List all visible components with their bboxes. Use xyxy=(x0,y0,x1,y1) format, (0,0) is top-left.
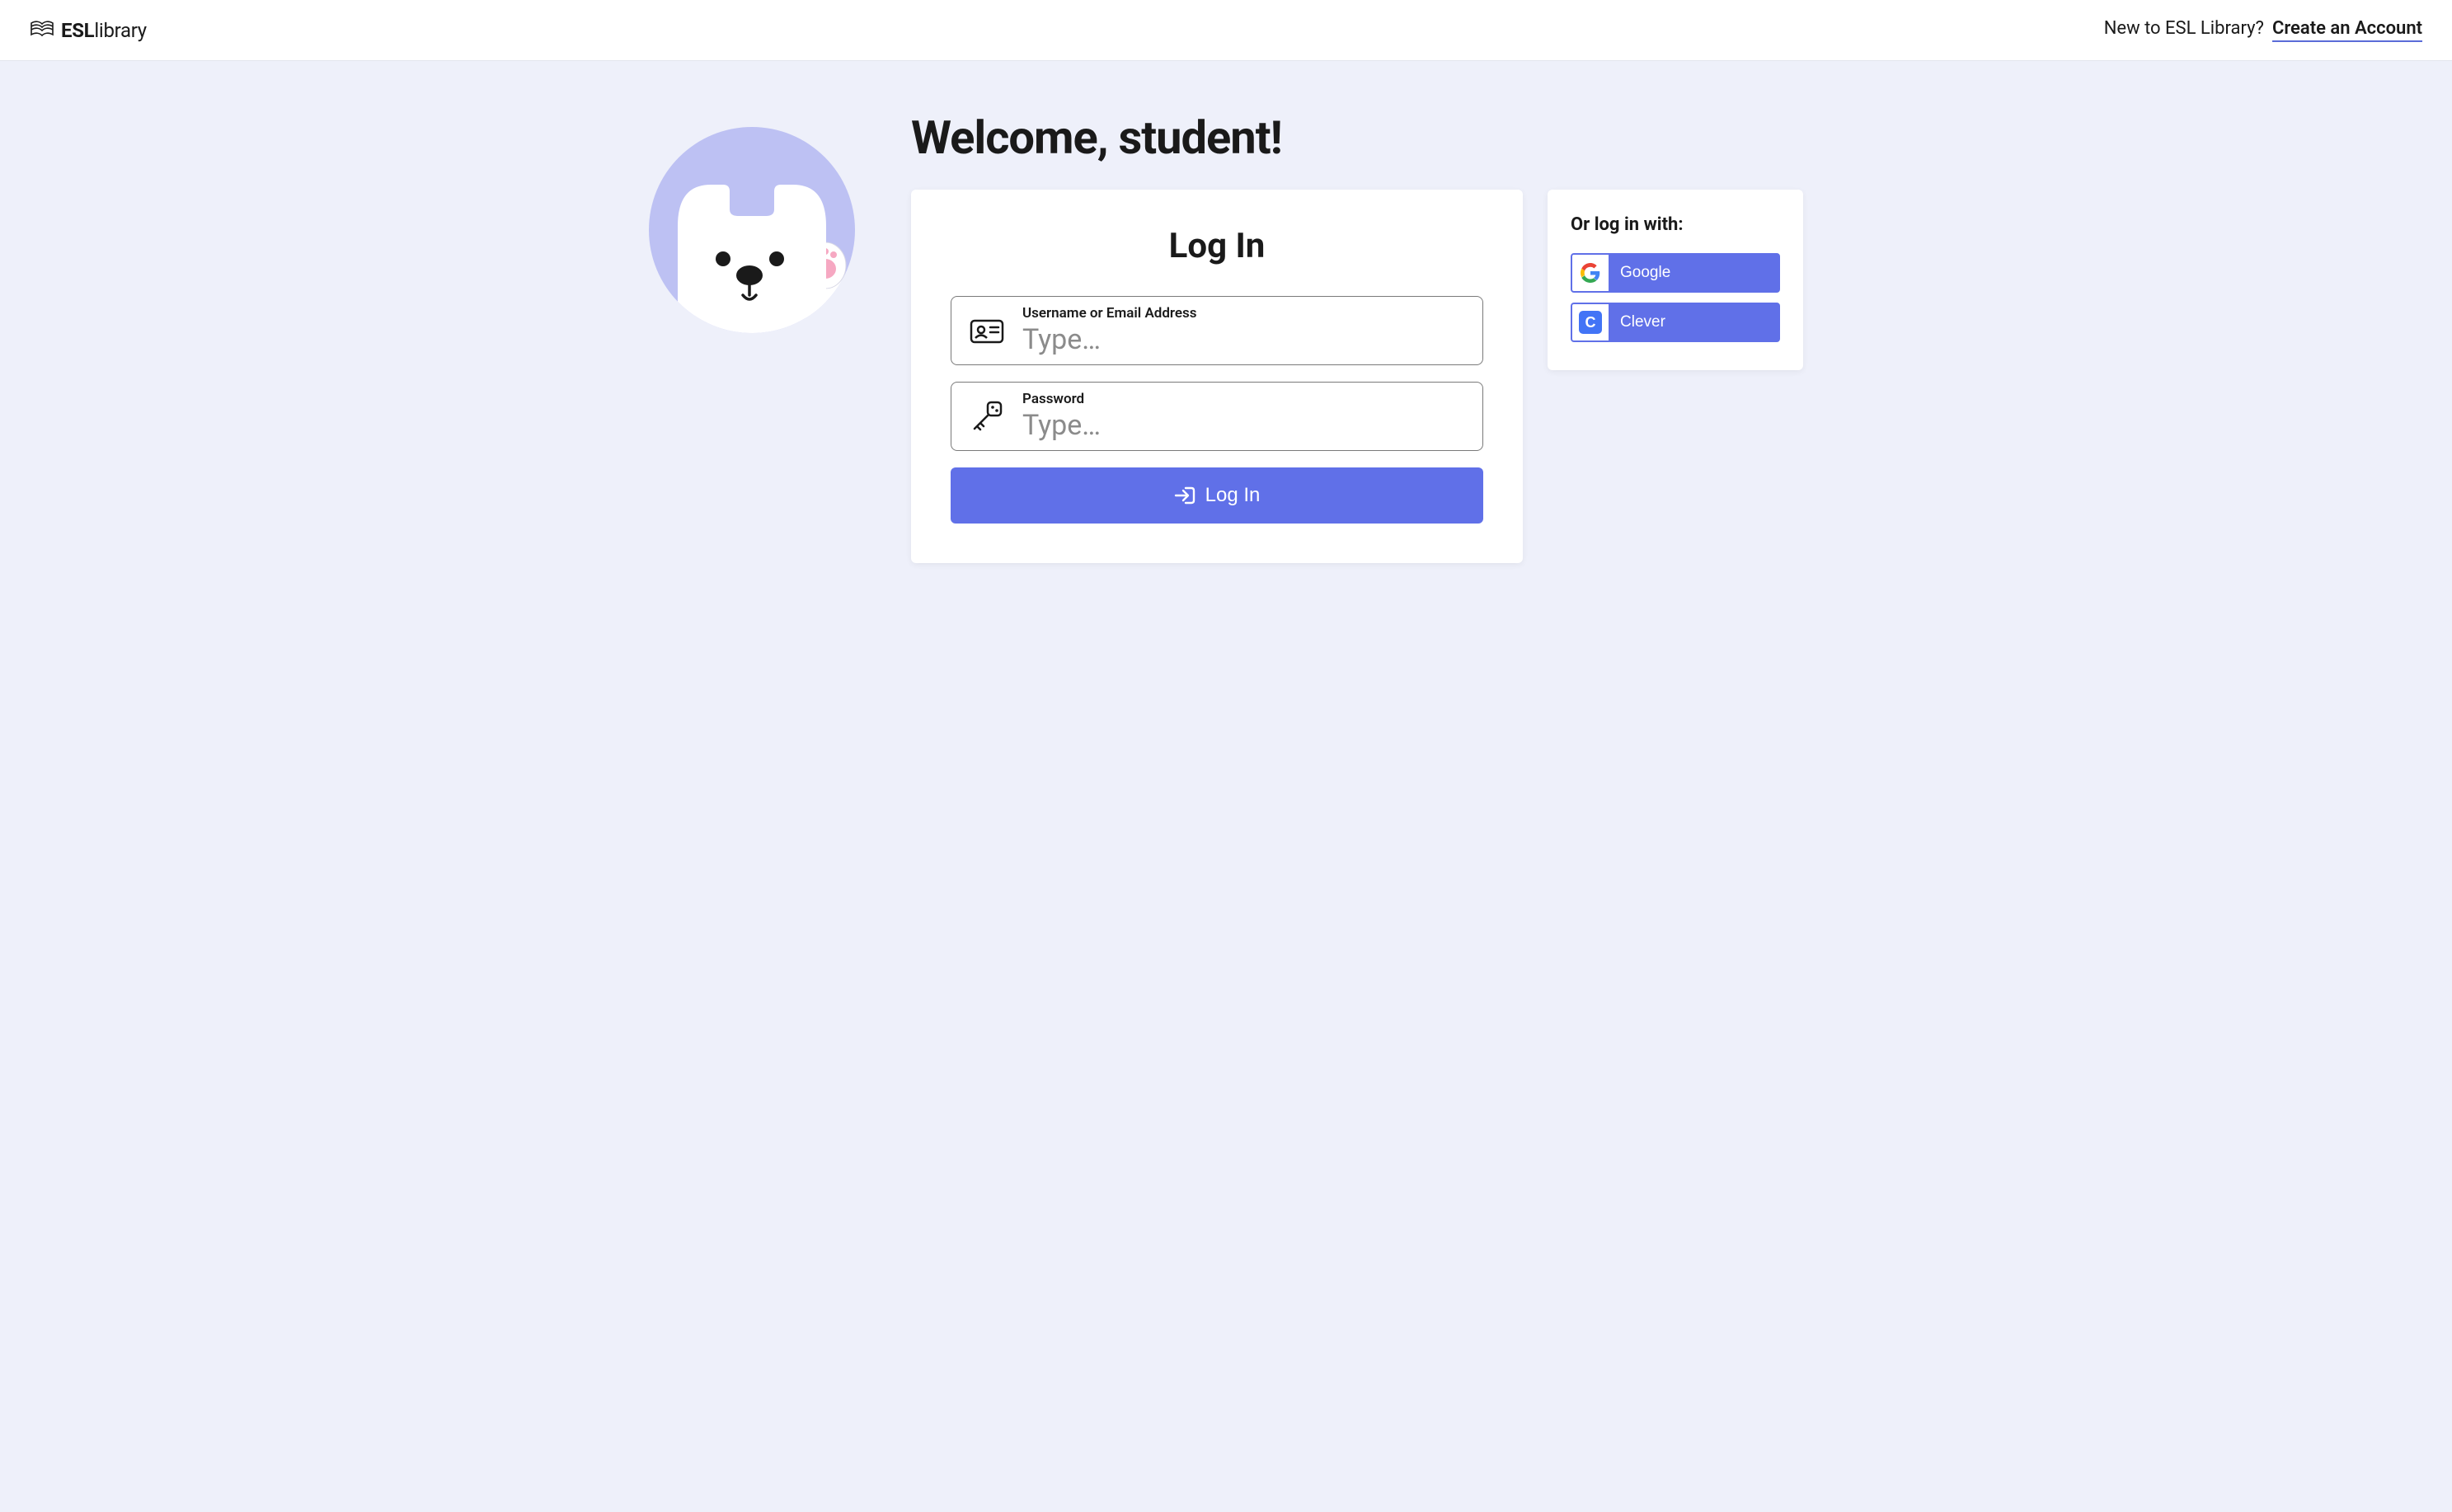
id-card-icon xyxy=(970,317,1004,344)
login-button-label: Log In xyxy=(1205,484,1261,507)
clever-login-button[interactable]: C Clever xyxy=(1571,303,1780,342)
google-icon xyxy=(1572,255,1609,291)
clever-label: Clever xyxy=(1609,313,1665,331)
create-account-link[interactable]: Create an Account xyxy=(2272,18,2422,42)
username-field[interactable]: Username or Email Address xyxy=(951,296,1483,365)
login-columns: Log In Username or Email Address xyxy=(911,190,1803,563)
logo-text: ESLlibrary xyxy=(61,19,147,42)
mascot-container xyxy=(649,110,871,333)
social-login-card: Or log in with: Google C xyxy=(1548,190,1803,370)
content-column: Welcome, student! Log In xyxy=(911,110,1803,563)
header-right: New to ESL Library? Create an Account xyxy=(2104,18,2422,42)
google-label: Google xyxy=(1609,264,1670,282)
welcome-heading: Welcome, student! xyxy=(911,110,1803,165)
signup-prompt: New to ESL Library? xyxy=(2104,18,2264,39)
site-header: ESLlibrary New to ESL Library? Create an… xyxy=(0,0,2452,61)
main-content: Welcome, student! Log In xyxy=(616,61,1836,629)
google-login-button[interactable]: Google xyxy=(1571,253,1780,293)
logo-icon xyxy=(30,20,54,41)
password-label: Password xyxy=(1022,391,1468,407)
login-arrow-icon xyxy=(1174,486,1195,505)
brand-logo: ESLlibrary xyxy=(30,19,147,42)
login-button[interactable]: Log In xyxy=(951,467,1483,524)
key-icon xyxy=(970,400,1004,433)
social-heading: Or log in with: xyxy=(1571,214,1780,235)
login-title: Log In xyxy=(951,226,1483,266)
username-label: Username or Email Address xyxy=(1022,305,1468,322)
clever-icon: C xyxy=(1572,304,1609,340)
login-card: Log In Username or Email Address xyxy=(911,190,1523,563)
password-input[interactable] xyxy=(1022,409,1468,442)
username-input[interactable] xyxy=(1022,323,1468,356)
password-field[interactable]: Password xyxy=(951,382,1483,451)
bear-mascot-icon xyxy=(649,127,855,333)
